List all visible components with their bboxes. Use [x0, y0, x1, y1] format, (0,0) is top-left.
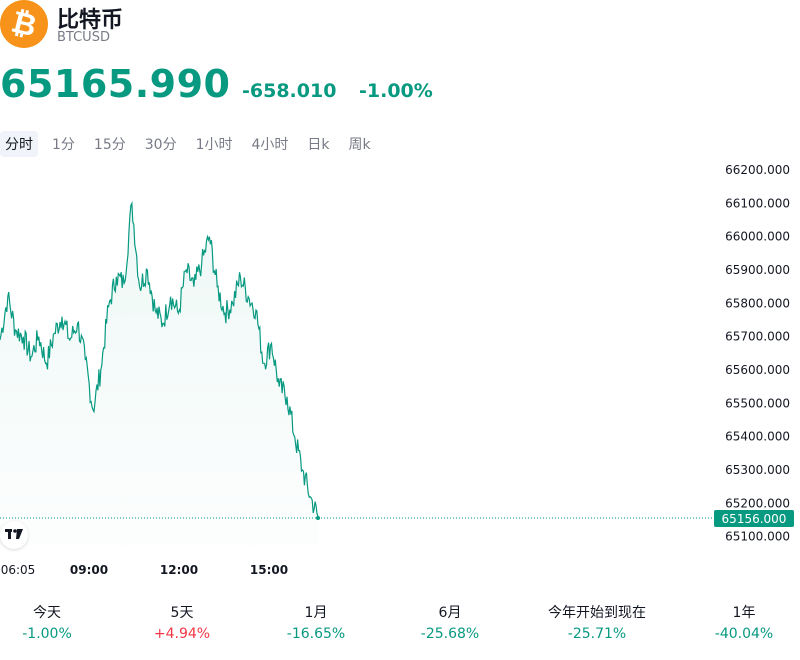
- performance-period: 今天: [33, 605, 61, 621]
- performance-item: 今天 -1.00%: [0, 602, 112, 642]
- performance-item: 今年开始到现在 -25.71%: [532, 602, 662, 642]
- performance-period: 1年: [732, 605, 756, 621]
- current-price-label: 65156.000: [722, 512, 787, 526]
- y-tick-label: 65200.000: [725, 496, 790, 510]
- x-tick-label: 06:05: [1, 563, 36, 577]
- price-chart[interactable]: 66200.000 66100.000 66000.000 65900.000 6580…: [0, 160, 800, 580]
- interval-tab[interactable]: 4小时: [247, 131, 294, 157]
- x-tick-label: 15:00: [250, 563, 288, 577]
- y-tick-label: 65900.000: [725, 263, 790, 277]
- performance-item: 6月 -25.68%: [385, 602, 515, 642]
- interval-tab[interactable]: 日k: [302, 131, 334, 157]
- y-tick-label: 65400.000: [725, 430, 790, 444]
- performance-item: 1年 -40.04%: [679, 602, 800, 642]
- performance-item: 1月 -16.65%: [251, 602, 381, 642]
- performance-value: -25.71%: [567, 626, 627, 642]
- interval-tab[interactable]: 分时: [0, 131, 38, 157]
- price-area-fill: [0, 203, 318, 546]
- interval-tab[interactable]: 1分: [47, 131, 80, 157]
- interval-tab[interactable]: 周k: [344, 131, 376, 157]
- y-tick-label: 66000.000: [725, 230, 790, 244]
- bitcoin-logo: ₿: [0, 0, 48, 48]
- last-price: 65165.990: [0, 62, 231, 106]
- tradingview-logo[interactable]: [0, 521, 28, 549]
- y-tick-label: 66100.000: [725, 196, 790, 210]
- performance-value: -25.68%: [420, 626, 480, 642]
- y-tick-label: 65700.000: [725, 330, 790, 344]
- performance-value: -1.00%: [22, 626, 72, 642]
- price-change: -658.010: [242, 80, 337, 102]
- y-tick-label: 65600.000: [725, 363, 790, 377]
- y-tick-label: 65300.000: [725, 463, 790, 477]
- y-tick-label: 65800.000: [725, 296, 790, 310]
- performance-item: 5天 +4.94%: [117, 602, 247, 642]
- svg-text:₿: ₿: [8, 5, 40, 45]
- performance-value: +4.94%: [153, 626, 211, 642]
- performance-period: 1月: [304, 605, 328, 621]
- performance-row: 今天 -1.00% 5天 +4.94% 1月 -16.65% 6月 -25.68% 今年开始到现…: [0, 602, 800, 652]
- y-tick-label: 65500.000: [725, 396, 790, 410]
- price-change-percent: -1.00%: [359, 80, 433, 102]
- y-tick-label: 66200.000: [725, 163, 790, 177]
- interval-tab[interactable]: 30分: [140, 131, 182, 157]
- performance-period: 今年开始到现在: [548, 605, 646, 621]
- y-tick-label: 65100.000: [725, 530, 790, 544]
- performance-period: 5天: [170, 605, 194, 621]
- x-tick-label: 12:00: [160, 563, 198, 577]
- performance-value: -40.04%: [714, 626, 774, 642]
- interval-tab[interactable]: 1小时: [191, 131, 238, 157]
- interval-tab[interactable]: 15分: [89, 131, 131, 157]
- x-tick-label: 09:00: [70, 563, 108, 577]
- last-point-marker: [316, 516, 320, 520]
- tradingview-icon: [5, 529, 23, 539]
- performance-period: 6月: [438, 605, 462, 621]
- symbol-label: BTCUSD: [57, 30, 110, 45]
- performance-value: -16.65%: [286, 626, 346, 642]
- bitcoin-icon: ₿: [8, 5, 40, 45]
- interval-tabs: 分时 1分 15分 30分 1小时 4小时 日k 周k: [0, 131, 385, 157]
